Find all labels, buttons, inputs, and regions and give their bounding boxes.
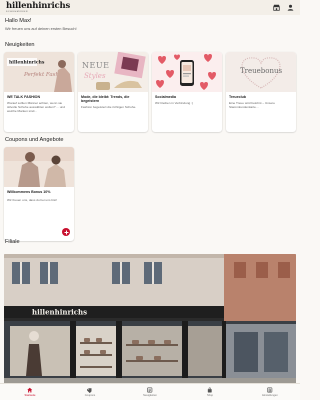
news-carousel[interactable]: hillenhinrichs Perfekt Fashion WE TALK F… [4,52,296,132]
store-photo: hillenhinrichs [4,254,296,383]
news-card-title: Socialmedia [155,95,176,99]
nav-item-einstellungen[interactable]: Einstellungen [240,384,300,400]
brand-logo-subtext: Schuhmoden [6,11,28,14]
news-card-title: Treueclub [229,95,246,99]
news-card[interactable]: NEUE Styles Mode, die bleibt: Trends, di… [78,52,148,132]
nav-label: Coupons [84,393,96,397]
add-coupon-button[interactable] [62,228,70,236]
coupons-section-title: Coupons und Angebote [5,137,64,143]
svg-text:hillenhinrichs: hillenhinrichs [9,60,45,66]
greeting-title: Hallo Max! [5,18,32,24]
news-card-title: WE TALK FASHION [7,95,41,99]
settings-icon [267,387,273,393]
news-card-text: Fashion begeistert die richtigen Schuhe. [81,105,137,110]
main-content[interactable]: Hallo Max! Wir freuen uns auf deinen ers… [0,15,300,383]
nav-item-neuigkeiten[interactable]: Neuigkeiten [120,384,180,400]
news-card-text: Wir bleiben in Verbindung :) [155,100,194,105]
plus-icon [64,230,68,234]
nav-label: Neuigkeiten [143,393,157,397]
brand-logo[interactable]: hillenhinrichs Schuhmoden [6,2,70,14]
shop-bag-icon [207,387,213,393]
news-section-title: Neuigkeiten [5,42,35,48]
greeting-subtitle: Wir freuen uns auf deinen ersten Besuch! [5,25,77,31]
nav-label: Shop [206,393,214,397]
coupon-image [4,147,74,187]
svg-text:NEUE: NEUE [82,61,109,70]
news-card-image: NEUE Styles [78,52,148,92]
nav-label: Einstellungen [262,393,278,397]
svg-text:Styles: Styles [84,72,106,80]
news-card-title: Mode, die bleibt: Trends, die begeistern [81,95,130,104]
news-card[interactable]: hillenhinrichs Perfekt Fashion WE TALK F… [4,52,74,132]
store-section-title: Filiale [5,239,20,245]
profile-icon[interactable] [287,4,294,11]
news-card-image: hillenhinrichs Perfekt Fashion [4,52,74,92]
brand-logo-text: hillenhinrichs [6,0,71,11]
bottom-navigation: Startseite Coupons Neuigkeiten Shop Eins… [0,383,300,400]
news-card-text: Worauf sollten Männer achten, wenn sie s… [7,100,65,114]
greeting: Hallo Max! Wir freuen uns auf deinen ers… [5,18,77,31]
news-card-image-text: Treuebonus [240,67,283,75]
news-card[interactable]: Treuebonus Treueclub Eine Treue wird bel… [226,52,296,132]
nav-label: Startseite [24,393,36,397]
news-card[interactable]: Socialmedia Wir bleiben in Verbindung :) [152,52,222,132]
coupon-text: Wir freuen uns, dass du bei uns bist! [7,198,58,203]
app-bar: hillenhinrichs Schuhmoden [0,0,300,15]
nav-item-coupons[interactable]: Coupons [60,384,120,400]
news-icon [147,387,153,393]
news-card-image: Treuebonus [226,52,296,92]
coupon-card[interactable]: Willkommens Bonus 10% Wir freuen uns, da… [4,147,74,241]
news-card-image [152,52,222,92]
store-sign-text: hillenhinrichs [32,308,87,317]
nav-item-shop[interactable]: Shop [180,384,240,400]
nav-item-startseite[interactable]: Startseite [0,384,60,400]
news-card-text: Eine Treue wird belohnt – Unsere Stammku… [229,100,275,109]
coupon-title: Willkommens Bonus 10% [7,190,51,194]
store-icon[interactable] [273,4,280,11]
home-icon [27,387,33,393]
coupon-icon [87,387,93,393]
